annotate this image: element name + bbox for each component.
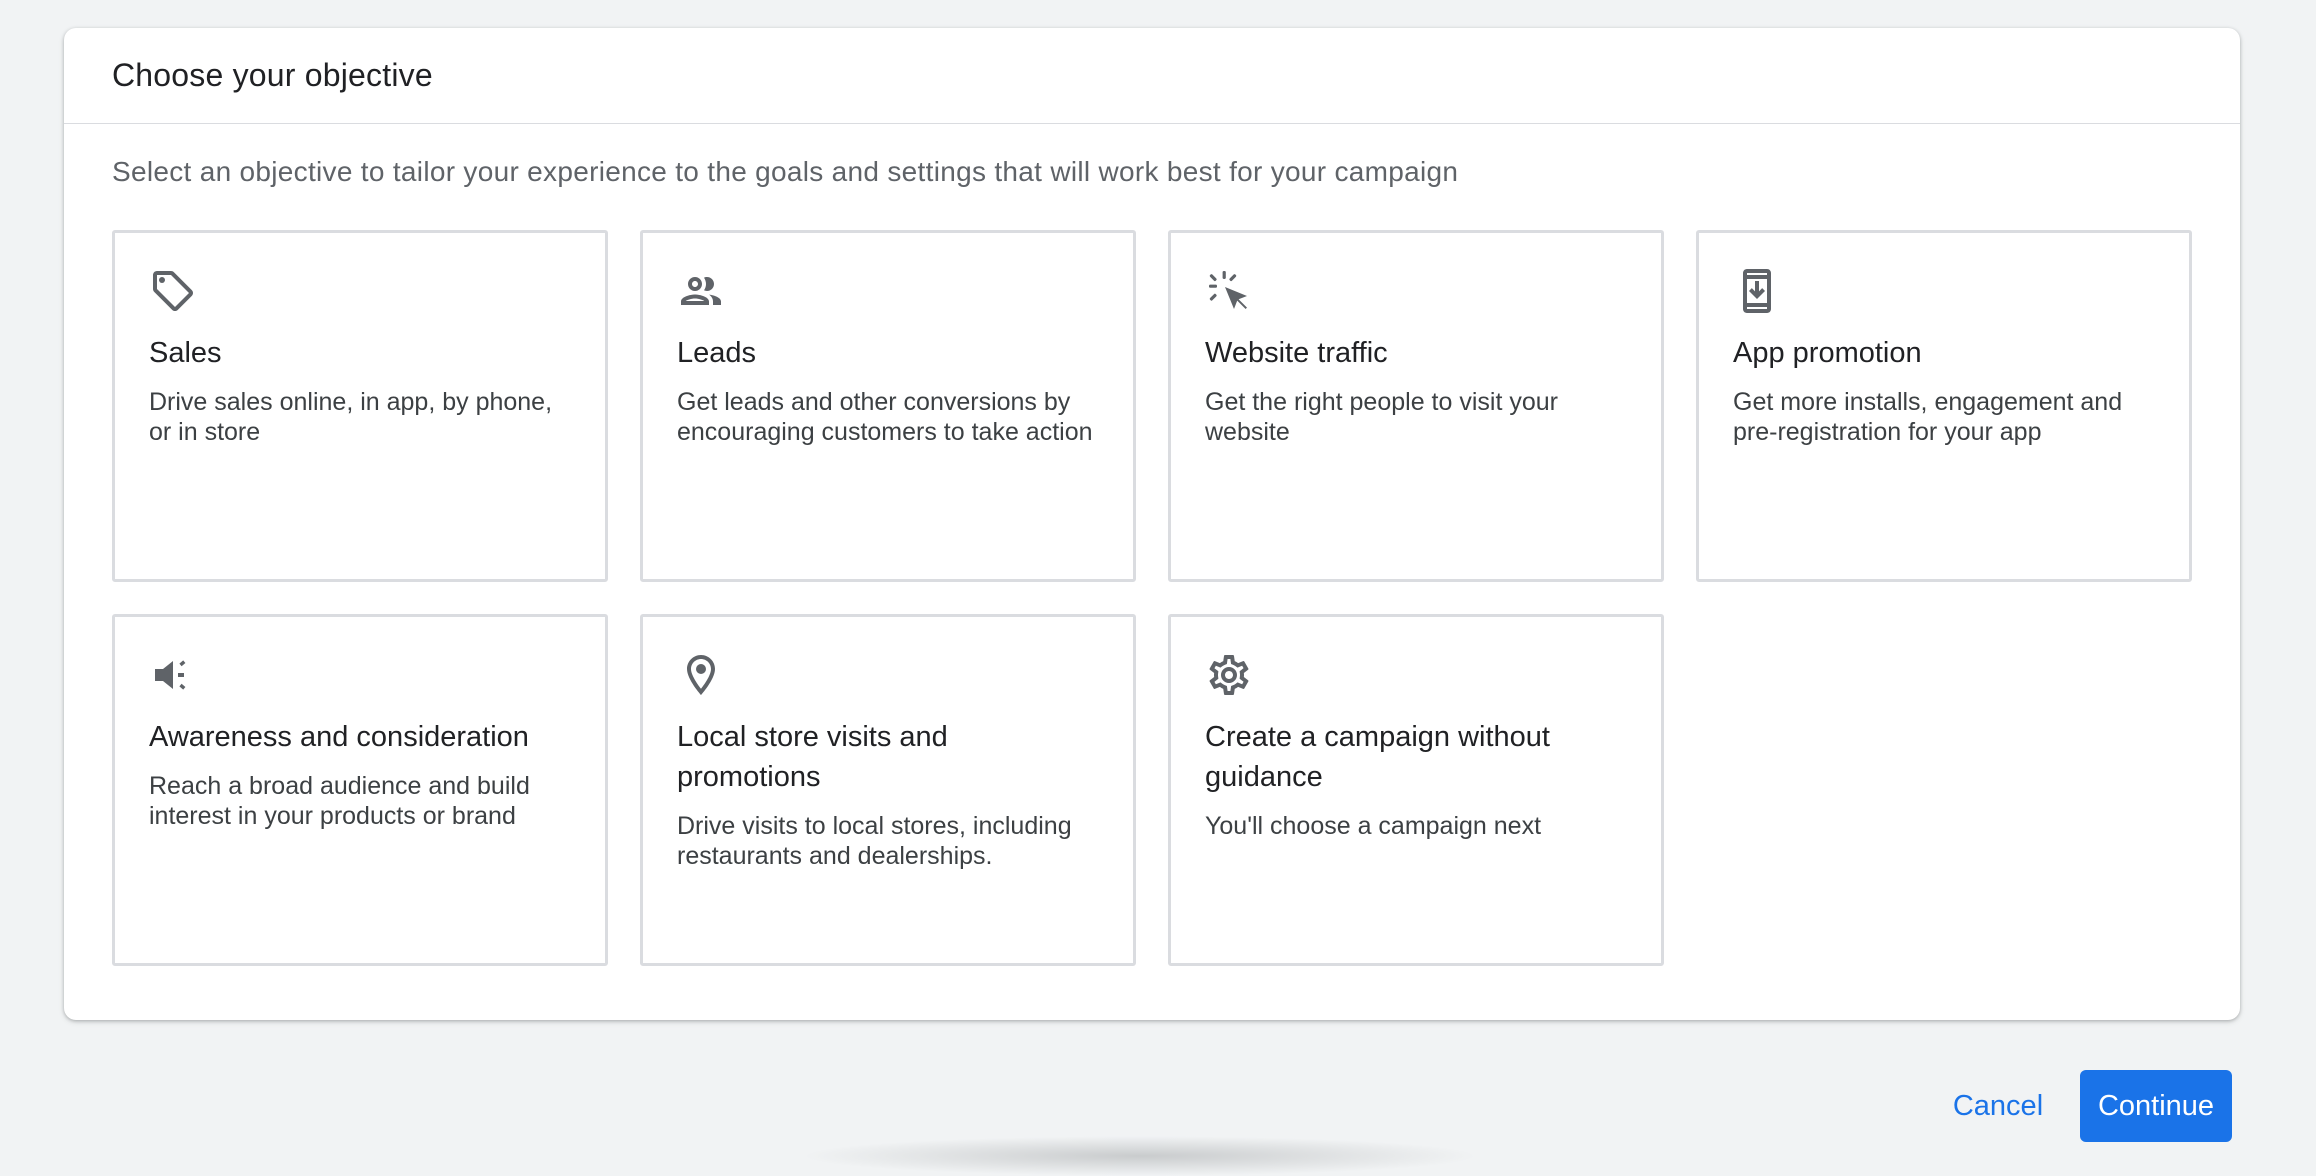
dialog-header: Choose your objective [64,28,2240,124]
objective-description: Drive sales online, in app, by phone, or… [149,388,553,446]
cursor-click-icon [1205,267,1253,315]
objective-description: Get more installs, engagement and pre-re… [1733,388,2123,446]
objective-title: Sales [149,337,222,369]
objective-description: Get the right people to visit your websi… [1205,388,1558,446]
bottom-shadow [800,1136,1480,1176]
objective-card-local-store-visits[interactable]: Local store visits and promotions Drive … [640,614,1136,966]
objective-card-no-guidance[interactable]: Create a campaign without guidance You'l… [1168,614,1664,966]
dialog-title: Choose your objective [112,57,433,93]
objective-card-leads[interactable]: Leads Get leads and other conversions by… [640,230,1136,582]
people-icon [677,267,725,315]
objective-card-sales[interactable]: Sales Drive sales online, in app, by pho… [112,230,608,582]
objective-card-app-promotion[interactable]: App promotion Get more installs, engagem… [1696,230,2192,582]
objective-description: You'll choose a campaign next [1205,812,1542,840]
objective-title: Local store visits and promotions [677,721,948,793]
cancel-button[interactable]: Cancel [1940,1070,2056,1142]
location-pin-icon [677,651,725,699]
objective-title: Website traffic [1205,337,1388,369]
dialog-subtitle: Select an objective to tailor your exper… [112,156,1459,187]
megaphone-icon [149,651,197,699]
objective-card-awareness[interactable]: Awareness and consideration Reach a broa… [112,614,608,966]
objective-title: App promotion [1733,337,1922,369]
objective-title: Leads [677,337,757,369]
objective-description: Reach a broad audience and build interes… [149,772,530,830]
continue-button[interactable]: Continue [2080,1070,2232,1142]
objective-title: Awareness and consideration [149,721,529,753]
objective-description: Drive visits to local stores, including … [677,812,1072,870]
phone-download-icon [1733,267,1781,315]
tag-icon [149,267,197,315]
objective-description: Get leads and other conversions by encou… [677,388,1093,446]
gear-icon [1205,651,1253,699]
objective-card-website-traffic[interactable]: Website traffic Get the right people to … [1168,230,1664,582]
objective-title: Create a campaign without guidance [1205,721,1550,793]
objective-dialog: Choose your objective Select an objectiv… [64,28,2240,1020]
